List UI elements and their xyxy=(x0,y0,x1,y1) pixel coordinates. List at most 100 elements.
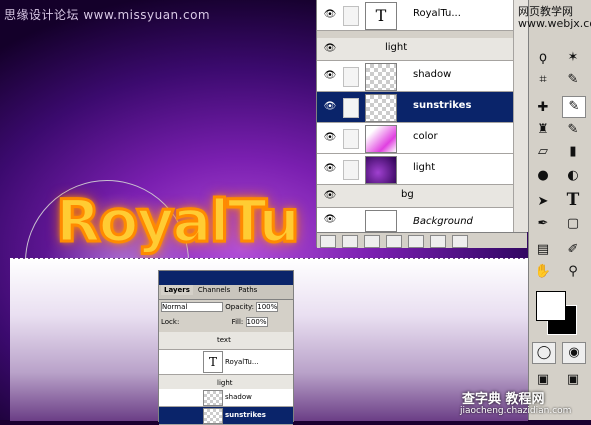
layer-name: sunstrikes xyxy=(225,411,266,419)
group-name: light xyxy=(217,379,233,387)
zoom-icon[interactable]: ⚲ xyxy=(562,262,584,282)
dodge-icon[interactable]: ◐ xyxy=(562,166,584,186)
eye-icon[interactable]: 👁 xyxy=(321,100,339,114)
eye-icon[interactable]: 👁 xyxy=(321,213,339,227)
layer-group-bg[interactable]: 👁 bg xyxy=(317,185,527,208)
hand-icon[interactable]: ✋ xyxy=(532,262,554,282)
clone-stamp-icon[interactable]: ♜ xyxy=(532,120,554,140)
fill-field[interactable]: 100% xyxy=(245,317,268,327)
screen-mode-icon[interactable]: ▣ xyxy=(532,370,554,390)
layer-group-light[interactable]: 👁 light xyxy=(317,38,527,61)
lock-label: Lock: xyxy=(161,318,180,326)
layer-name: RoyalTu... xyxy=(225,358,259,366)
fill-label: Fill: xyxy=(231,318,244,326)
layers-button-bar xyxy=(317,232,527,248)
watermark-bottom: 查字典 教程网 xyxy=(462,392,545,407)
brush-icon[interactable] xyxy=(343,98,359,118)
layer-thumbnail xyxy=(365,156,397,184)
layer-name: color xyxy=(413,131,438,142)
panel-tabs: Layers Channels Paths xyxy=(159,285,293,300)
link-slot[interactable] xyxy=(343,67,359,87)
type-icon[interactable]: T xyxy=(562,190,584,210)
add-mask-button[interactable] xyxy=(364,235,380,248)
brush-icon[interactable]: ✎ xyxy=(562,96,586,118)
watermark-top-left: 思缘设计论坛 www.missyuan.com xyxy=(4,8,211,22)
watermark-top-right-line2: www.webjx.com xyxy=(518,17,591,30)
small-row-royaltu[interactable]: T RoyalTu... xyxy=(159,350,293,375)
group-name: light xyxy=(385,42,408,53)
eraser-icon[interactable]: ▱ xyxy=(532,142,554,162)
blend-mode-select[interactable]: Normal xyxy=(161,302,223,312)
crop-icon[interactable]: ⌗ xyxy=(532,70,554,90)
watermark-bottom-url: jiaocheng.chazidian.com xyxy=(460,406,572,416)
gradient-icon[interactable]: ▮ xyxy=(562,142,584,162)
layer-row-color[interactable]: 👁 color xyxy=(317,123,527,154)
group-name: text xyxy=(217,336,231,344)
eye-icon[interactable]: 👁 xyxy=(321,42,339,56)
layer-row-text[interactable]: 👁 T RoyalTu... xyxy=(317,0,527,31)
opacity-label: Opacity: xyxy=(225,303,255,311)
tab-layers[interactable]: Layers xyxy=(161,285,193,295)
link-slot[interactable] xyxy=(343,160,359,180)
quick-mask-icon[interactable]: ◉ xyxy=(562,342,586,364)
foreground-color-swatch[interactable] xyxy=(536,291,566,321)
text-layer-thumbnail: T xyxy=(365,2,397,30)
layer-name: shadow xyxy=(225,393,252,401)
eye-icon[interactable]: 👁 xyxy=(321,8,339,22)
link-layers-button[interactable] xyxy=(320,235,336,248)
opacity-field[interactable]: 100% xyxy=(256,302,279,312)
new-set-button[interactable] xyxy=(386,235,402,248)
layer-name: light xyxy=(413,162,436,173)
layer-name: sunstrikes xyxy=(413,100,472,111)
new-layer-button[interactable] xyxy=(430,235,446,248)
tab-paths[interactable]: Paths xyxy=(235,285,260,295)
standard-mode-icon[interactable]: ◯ xyxy=(532,342,556,364)
small-row-shadow[interactable]: shadow xyxy=(159,389,293,407)
path-selection-icon[interactable]: ➤ xyxy=(532,192,554,212)
layer-name: Background xyxy=(413,216,473,227)
eye-icon[interactable]: 👁 xyxy=(321,162,339,176)
small-group-text[interactable]: text xyxy=(159,332,293,350)
notes-icon[interactable]: ▤ xyxy=(532,240,554,260)
watermark-top-right: 网页教学网 www.webjx.com xyxy=(518,6,591,30)
layer-row-shadow[interactable]: 👁 shadow xyxy=(317,61,527,92)
eye-icon[interactable]: 👁 xyxy=(321,131,339,145)
fullscreen-icon[interactable]: ▣ xyxy=(562,370,584,390)
lasso-icon[interactable]: ϙ xyxy=(532,48,554,68)
layer-thumbnail xyxy=(365,125,397,153)
magic-wand-icon[interactable]: ✶ xyxy=(562,48,584,68)
layers-panel[interactable]: 👁 T RoyalTu... 👁 light 👁 shadow 👁 sunstr… xyxy=(316,0,528,248)
link-slot[interactable] xyxy=(343,129,359,149)
healing-brush-icon[interactable]: ✚ xyxy=(532,98,554,118)
layer-thumbnail xyxy=(365,210,397,232)
text-layer-thumbnail: T xyxy=(203,351,223,373)
layer-name: RoyalTu... xyxy=(413,8,461,19)
add-style-button[interactable] xyxy=(342,235,358,248)
lock-row: Lock: Fill: 100% xyxy=(161,317,268,327)
blur-icon[interactable]: ● xyxy=(532,166,554,186)
pen-icon[interactable]: ✒ xyxy=(532,214,554,234)
eye-icon[interactable]: 👁 xyxy=(321,69,339,83)
layer-thumbnail xyxy=(365,63,397,91)
layer-row-background[interactable]: 👁 Background xyxy=(317,208,527,233)
tab-channels[interactable]: Channels xyxy=(195,285,233,295)
history-brush-icon[interactable]: ✎ xyxy=(562,120,584,140)
layers-panel-small[interactable]: Layers Channels Paths Normal Opacity: 100%… xyxy=(158,270,294,425)
small-row-sunstrikes[interactable]: sunstrikes xyxy=(159,407,293,425)
layer-name: shadow xyxy=(413,69,452,80)
eyedropper-icon[interactable]: ✐ xyxy=(562,240,584,260)
eye-icon[interactable]: 👁 xyxy=(321,189,339,203)
link-slot[interactable] xyxy=(343,6,359,26)
layer-thumbnail xyxy=(203,408,223,424)
group-name: bg xyxy=(401,189,414,200)
layer-row-sunstrikes[interactable]: 👁 sunstrikes xyxy=(317,92,527,123)
blend-row: Normal Opacity: 100% xyxy=(161,302,279,312)
slice-icon[interactable]: ✎ xyxy=(562,70,584,90)
delete-layer-button[interactable] xyxy=(452,235,468,248)
royaltu-text: RoyalTu xyxy=(55,187,302,255)
shape-icon[interactable]: ▢ xyxy=(562,214,584,234)
panel-titlebar[interactable] xyxy=(159,271,293,285)
adjustment-layer-button[interactable] xyxy=(408,235,424,248)
layer-row-light[interactable]: 👁 light xyxy=(317,154,527,185)
layers-scrollbar[interactable] xyxy=(513,0,528,232)
